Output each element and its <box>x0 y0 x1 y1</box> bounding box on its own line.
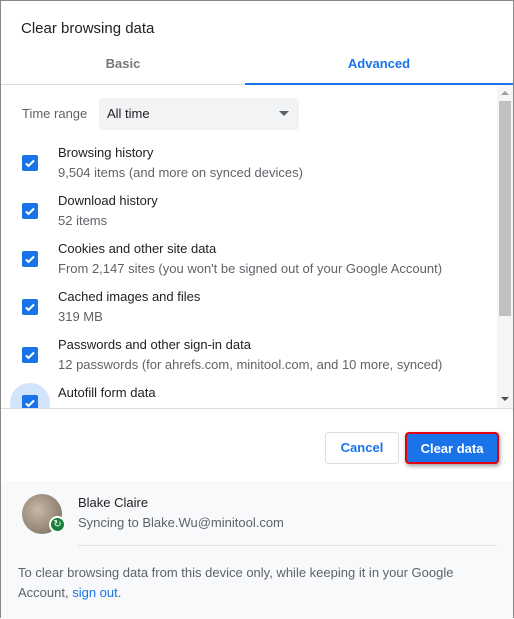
scroll-down-icon[interactable] <box>501 397 509 401</box>
time-range-label: Time range <box>22 106 88 121</box>
item-description: 12 passwords (for ahrefs.com, minitool.c… <box>58 357 443 372</box>
item-name: Browsing history <box>58 145 154 160</box>
checkbox-item[interactable]: Cached images and files 319 MB <box>1 283 497 331</box>
item-description: 319 MB <box>58 309 103 324</box>
tab-basic[interactable]: Basic <box>1 47 245 85</box>
time-range-value: All time <box>107 106 150 121</box>
account-name: Blake Claire <box>78 495 149 510</box>
clear-data-button[interactable]: Clear data <box>405 432 499 464</box>
checkmark-icon <box>25 399 35 408</box>
options-list: Time range All time Browsing history 9,50… <box>1 85 497 408</box>
scrollbar-thumb[interactable] <box>499 101 511 316</box>
checkbox-item[interactable]: Download history 52 items <box>1 187 497 235</box>
item-name: Autofill form data <box>58 385 156 400</box>
checkmark-icon <box>25 207 35 216</box>
item-description: From 2,147 sites (you won't be signed ou… <box>58 261 443 276</box>
checkbox[interactable] <box>22 395 38 408</box>
footer-note: To clear browsing data from this device … <box>18 563 498 603</box>
item-name: Download history <box>58 193 158 208</box>
item-name: Cookies and other site data <box>58 241 217 256</box>
checkbox[interactable] <box>22 299 38 315</box>
scrollbar[interactable] <box>497 85 513 408</box>
checkbox[interactable] <box>22 155 38 171</box>
sync-icon: ↻ <box>49 516 66 533</box>
checkmark-icon <box>25 159 35 168</box>
cancel-button[interactable]: Cancel <box>325 432 399 464</box>
tab-advanced[interactable]: Advanced <box>245 47 513 85</box>
checkbox[interactable] <box>22 251 38 267</box>
scroll-up-icon[interactable] <box>501 91 509 95</box>
footer-end: . <box>117 585 122 600</box>
divider <box>78 545 497 546</box>
item-name: Passwords and other sign-in data <box>58 337 251 352</box>
checkbox-item[interactable]: Passwords and other sign-in data 12 passw… <box>1 331 497 379</box>
checkmark-icon <box>25 351 35 360</box>
dialog-title: Clear browsing data <box>21 20 155 37</box>
item-description: 52 items <box>58 213 108 228</box>
item-name: Cached images and files <box>58 289 201 304</box>
checkbox[interactable] <box>22 203 38 219</box>
sync-status: Syncing to Blake.Wu@minitool.com <box>78 515 284 530</box>
time-range-select[interactable]: All time <box>99 98 299 130</box>
account-footer: ↻ Blake Claire Syncing to Blake.Wu@minit… <box>1 481 513 619</box>
checkmark-icon <box>25 255 35 264</box>
dropdown-caret-icon <box>279 111 289 116</box>
item-description: 9,504 items (and more on synced devices) <box>58 165 303 180</box>
divider <box>1 408 513 409</box>
checkbox-item[interactable]: Autofill form data <box>1 379 497 408</box>
checkbox[interactable] <box>22 347 38 363</box>
checkbox-item[interactable]: Cookies and other site data From 2,147 si… <box>1 235 497 283</box>
sign-out-link[interactable]: sign out <box>72 585 118 600</box>
tab-bar: Basic Advanced <box>1 47 513 85</box>
checkmark-icon <box>25 303 35 312</box>
checkbox-item[interactable]: Browsing history 9,504 items (and more on… <box>1 139 497 187</box>
